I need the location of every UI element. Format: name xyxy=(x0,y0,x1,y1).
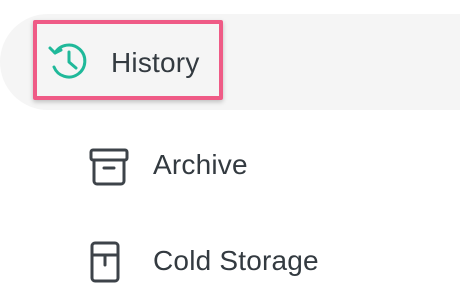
nav-item-label: Cold Storage xyxy=(153,245,319,276)
archive-icon xyxy=(86,146,132,188)
history-icon xyxy=(46,38,92,84)
nav-item-history[interactable]: History xyxy=(0,14,460,110)
cold-storage-icon xyxy=(88,240,122,284)
nav-item-archive[interactable]: Archive xyxy=(0,116,460,212)
nav-item-cold-storage[interactable]: Cold Storage xyxy=(0,212,460,308)
nav-item-label: Archive xyxy=(153,149,248,180)
nav-item-label: History xyxy=(111,47,200,78)
